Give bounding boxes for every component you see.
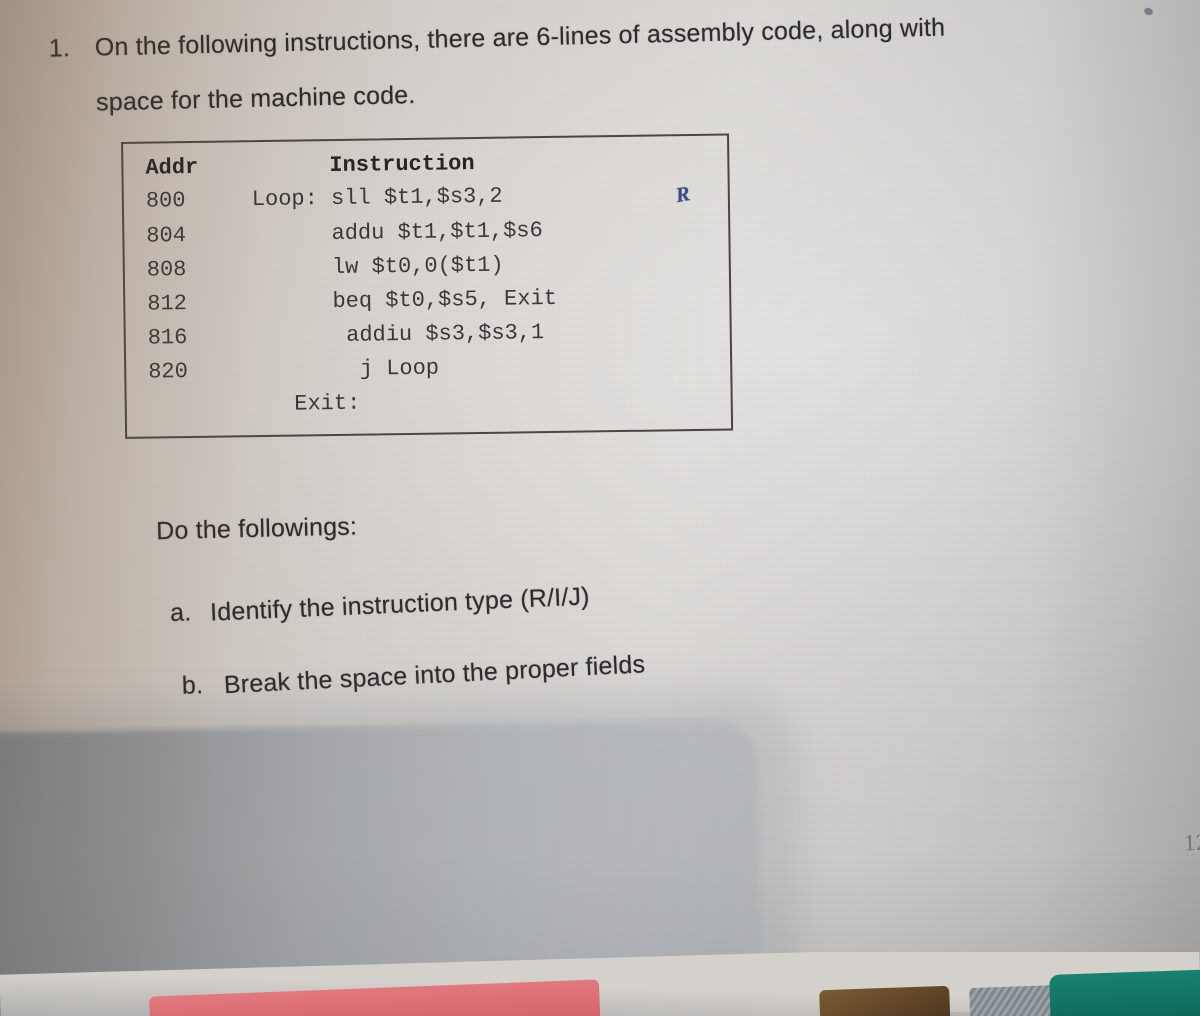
code-header-addr: Addr — [145, 154, 199, 181]
assembly-code-grid: Addr Instruction 800 Loop: sll $t1,$s3,2… — [123, 136, 731, 437]
task-a-marker: a. — [169, 598, 192, 628]
code-addr-5: 820 — [148, 359, 189, 385]
task-b-text: Break the space into the proper fields — [223, 650, 646, 700]
code-addr-3: 812 — [147, 291, 188, 317]
page-content: 1. On the following instructions, there … — [0, 0, 1200, 1016]
code-header-instruction: Instruction — [329, 151, 475, 179]
code-addr-6 — [149, 392, 269, 394]
code-instruction-3: beq $t0,$s5, Exit — [253, 285, 558, 316]
task-a-text: Identify the instruction type (R/I/J) — [209, 582, 591, 627]
paper-speck-center-bottom — [613, 966, 617, 970]
question-text-line-2: space for the machine code. — [95, 81, 416, 117]
assembly-code-box: Addr Instruction 800 Loop: sll $t1,$s3,2… — [121, 133, 734, 439]
code-instruction-2: lw $t0,0($t1) — [252, 252, 504, 282]
code-instruction-4: addiu $s3,$s3,1 — [253, 320, 545, 350]
code-addr-0: 800 — [145, 188, 186, 214]
page-number: 127 — [1183, 828, 1200, 856]
code-addr-2: 808 — [146, 257, 187, 283]
photographed-page: 1. On the following instructions, there … — [0, 0, 1200, 1016]
prompt-do-the-followings: Do the followings: — [155, 512, 358, 546]
question-text-line-1: On the following instructions, there are… — [94, 13, 946, 62]
code-addr-1: 804 — [146, 223, 187, 249]
handwritten-annotation-r: R — [673, 181, 692, 208]
code-instruction-6: Exit: — [254, 390, 361, 418]
task-b-marker: b. — [181, 671, 204, 700]
code-instruction-5: j Loop — [254, 355, 440, 384]
code-addr-4: 816 — [147, 325, 188, 351]
code-instruction-1: addu $t1,$t1,$s6 — [252, 218, 543, 248]
code-instruction-0: Loop: sll $t1,$s3,2 — [251, 183, 503, 213]
question-number: 1. — [48, 34, 71, 63]
